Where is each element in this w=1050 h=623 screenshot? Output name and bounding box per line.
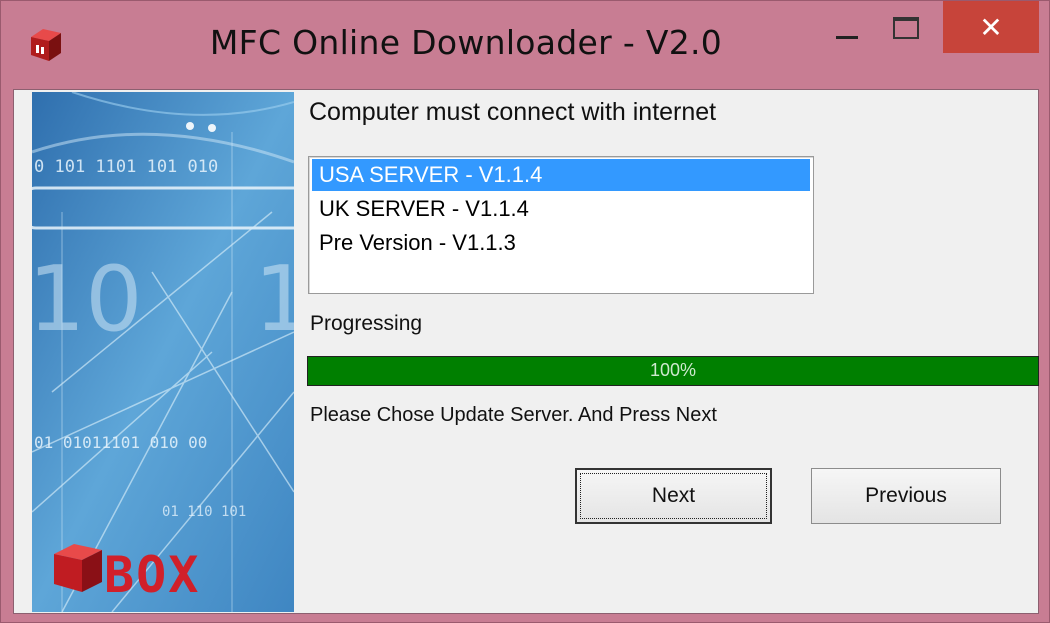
banner-artwork: 0 101 1101 101 010 10 1 01 01011101 010 … (32, 92, 294, 612)
minimize-button[interactable] (821, 1, 873, 59)
server-listbox[interactable]: USA SERVER - V1.1.4 UK SERVER - V1.1.4 P… (308, 156, 814, 294)
binary-digit-large-right: 1 (254, 247, 294, 352)
previous-button-label: Previous (865, 484, 947, 507)
title-bar[interactable]: MFC Online Downloader - V2.0 ✕ (1, 1, 1050, 89)
progress-bar: 100% (307, 356, 1039, 386)
next-button[interactable]: Next (575, 468, 772, 524)
focus-rectangle (580, 473, 767, 519)
binary-text-middle: 01 01011101 010 00 (34, 433, 207, 452)
maximize-icon (893, 17, 919, 39)
close-button[interactable]: ✕ (943, 1, 1039, 53)
progress-percent: 100% (649, 360, 697, 380)
minimize-icon (836, 35, 858, 39)
close-icon: ✕ (979, 11, 1003, 43)
status-message: Please Chose Update Server. And Press Ne… (310, 404, 717, 426)
previous-button[interactable]: Previous (811, 468, 1001, 524)
server-option-uk[interactable]: UK SERVER - V1.1.4 (312, 193, 810, 225)
server-option-usa[interactable]: USA SERVER - V1.1.4 (312, 159, 810, 191)
progress-label: Progressing (310, 312, 423, 335)
connection-notice: Computer must connect with internet (309, 98, 717, 126)
server-option-pre-version[interactable]: Pre Version - V1.1.3 (312, 227, 810, 259)
binary-text-top: 0 101 1101 101 010 (34, 157, 218, 177)
banner-image: 0 101 1101 101 010 10 1 01 01011101 010 … (32, 92, 294, 612)
binary-text-bottom: 01 110 101 (162, 504, 246, 520)
app-window: MFC Online Downloader - V2.0 ✕ 0 101 110… (0, 0, 1050, 623)
brand-text: BOX (104, 546, 200, 604)
dialog-client-area: 0 101 1101 101 010 10 1 01 01011101 010 … (13, 89, 1039, 614)
maximize-button[interactable] (879, 1, 933, 59)
binary-digit-large-left: 10 (32, 247, 143, 352)
